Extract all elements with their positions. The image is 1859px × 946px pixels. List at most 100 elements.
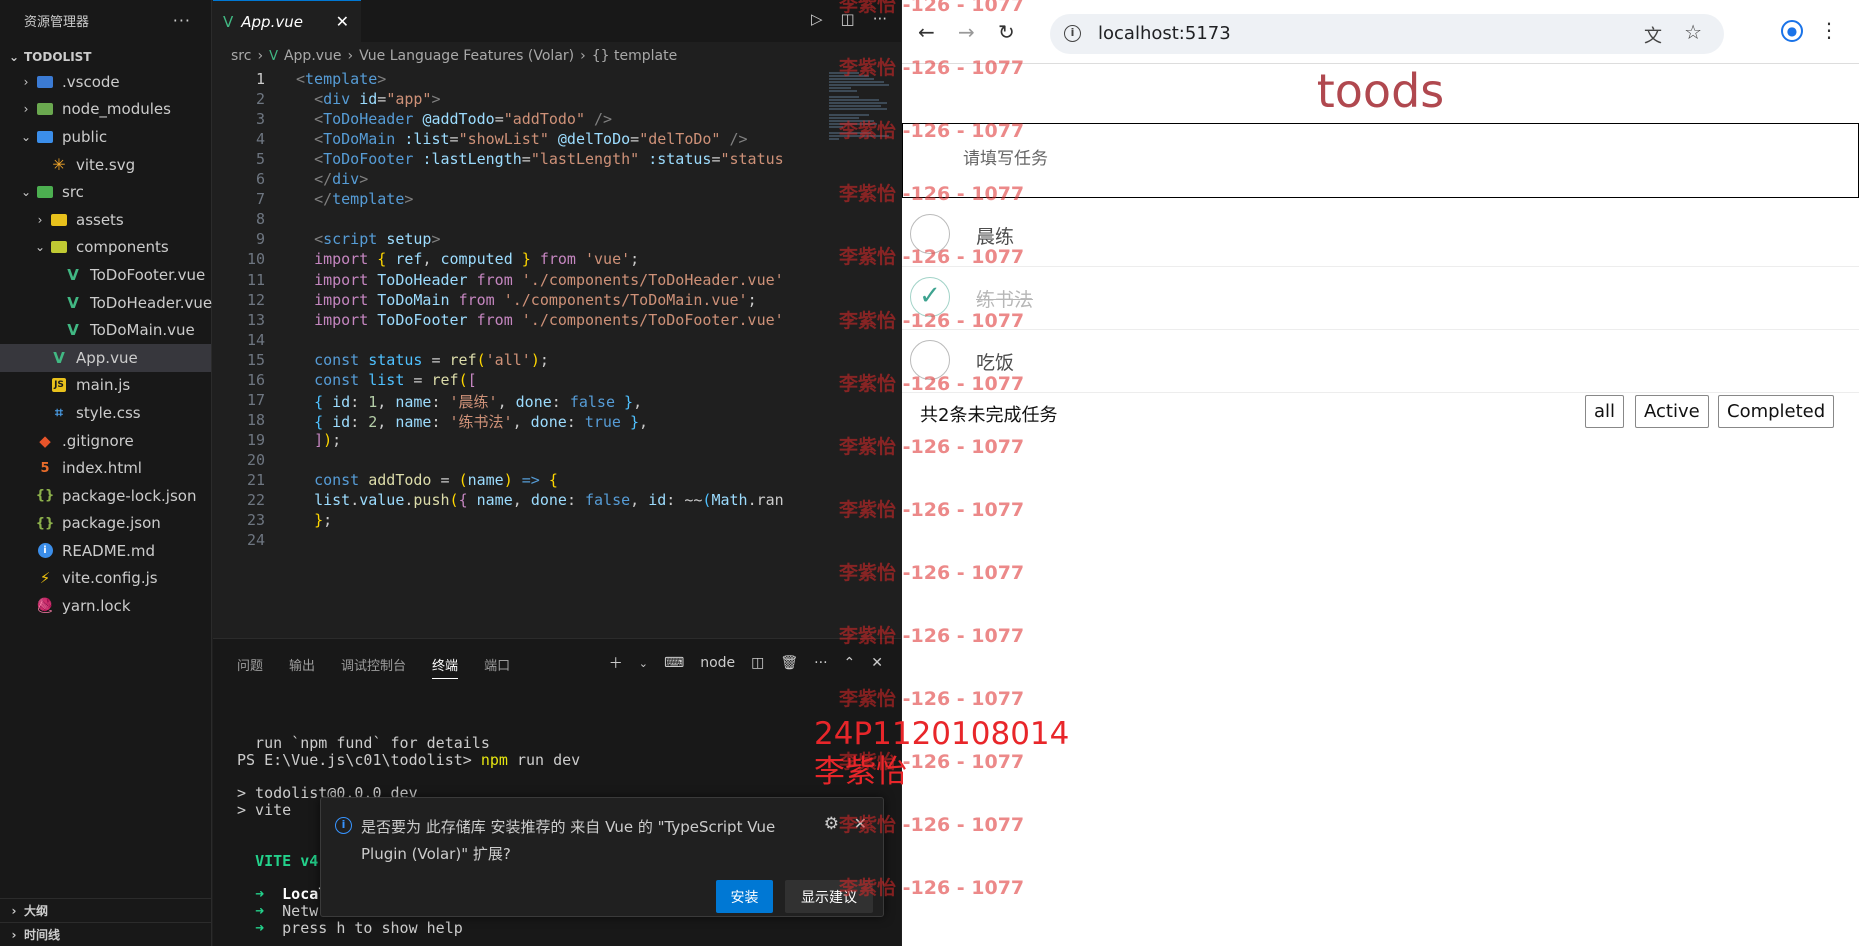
filter-active-button[interactable]: Active bbox=[1635, 395, 1709, 428]
tab-ports[interactable]: 端口 bbox=[484, 655, 510, 674]
close-icon[interactable]: ✕ bbox=[871, 655, 883, 671]
code-line: import ToDoMain from './components/ToDoM… bbox=[314, 290, 757, 309]
reload-icon[interactable]: ↻ bbox=[998, 20, 1015, 44]
tab-problems[interactable]: 问题 bbox=[237, 655, 263, 674]
chevron-down-icon[interactable]: ⌄ bbox=[639, 657, 648, 670]
code-line: import { ref, computed } from 'vue'; bbox=[314, 250, 640, 269]
explorer-header: 资源管理器 ··· bbox=[0, 0, 211, 40]
translate-icon[interactable]: 文 bbox=[1644, 22, 1662, 48]
browser-toolbar: ← → ↻ i localhost:5173 文 ☆ ● ⋮ bbox=[902, 0, 1859, 64]
breadcrumb-item[interactable]: src bbox=[231, 48, 251, 64]
chevron-right-icon: › bbox=[11, 927, 17, 942]
file-tree-item[interactable]: {} package-lock.json bbox=[0, 482, 211, 510]
more-actions-icon[interactable]: ··· bbox=[173, 11, 191, 30]
editor-tabbar: V App.vue ✕ ▷ ◫ ··· bbox=[213, 0, 901, 42]
extension-notification: i 是否要为 此存储库 安装推荐的 来自 Vue 的 "TypeScript V… bbox=[320, 797, 884, 917]
file-tree-item[interactable]: ⌄ public bbox=[0, 123, 211, 151]
explorer-root-folder[interactable]: ⌄ TODOLIST bbox=[0, 46, 211, 68]
vue-icon: V bbox=[67, 265, 79, 284]
chevron-down-icon: ⌄ bbox=[20, 185, 32, 200]
file-tree-item[interactable]: V ToDoHeader.vue bbox=[0, 289, 212, 317]
file-tree-item[interactable]: ⌄ src bbox=[0, 178, 211, 206]
url-text[interactable]: localhost:5173 bbox=[1098, 23, 1231, 44]
terminal-line: ➜ Local bbox=[255, 885, 328, 904]
watermark-text: 李紫怡 -126 - 1077 bbox=[839, 688, 1025, 710]
filter-completed-button[interactable]: Completed bbox=[1718, 395, 1835, 428]
file-tree-item[interactable]: JS main.js bbox=[0, 372, 211, 400]
terminal-name[interactable]: node bbox=[700, 655, 735, 671]
timeline-section[interactable]: › 时间线 bbox=[0, 922, 212, 946]
file-tree-label: .gitignore bbox=[62, 431, 134, 450]
new-todo-input[interactable] bbox=[963, 149, 1463, 169]
terminal-line: > vite bbox=[237, 801, 292, 820]
line-number: 10 bbox=[246, 250, 265, 269]
profile-icon[interactable]: ● bbox=[1781, 20, 1803, 42]
file-tree-item[interactable]: i README.md bbox=[0, 537, 211, 565]
vscode-folder-icon bbox=[36, 74, 54, 90]
install-button[interactable]: 安装 bbox=[716, 880, 773, 913]
file-tree-item[interactable]: › .vscode bbox=[0, 68, 211, 96]
file-tree-item[interactable]: V App.vue bbox=[0, 343, 211, 372]
gear-icon[interactable]: ⚙ bbox=[824, 814, 839, 834]
code-line: <ToDoHeader @addTodo="addTodo" /> bbox=[314, 110, 613, 129]
site-info-icon[interactable]: i bbox=[1064, 25, 1081, 42]
git-icon: ◆ bbox=[39, 431, 51, 450]
breadcrumb-item[interactable]: App.vue bbox=[284, 48, 342, 64]
line-number: 1 bbox=[255, 70, 265, 88]
tab-debug-console[interactable]: 调试控制台 bbox=[341, 655, 406, 674]
file-tree-item[interactable]: › node_modules bbox=[0, 96, 211, 124]
file-tree-item[interactable]: V ToDoMain.vue bbox=[0, 316, 211, 344]
line-number: 13 bbox=[246, 310, 265, 329]
more-actions-icon[interactable]: ··· bbox=[814, 655, 827, 671]
file-tree-item[interactable]: ✳ vite.svg bbox=[0, 151, 211, 179]
file-tree: › .vscode › node_modules ⌄ public ✳ vite.svg ⌄ sr… bbox=[0, 68, 212, 620]
file-tree-label: README.md bbox=[62, 541, 156, 560]
file-tree-item[interactable]: V ToDoFooter.vue bbox=[0, 261, 211, 289]
file-tree-label: App.vue bbox=[76, 348, 138, 367]
breadcrumb-item[interactable]: {} template bbox=[592, 48, 677, 64]
add-terminal-icon[interactable]: ＋ bbox=[609, 653, 623, 673]
close-icon[interactable]: ✕ bbox=[336, 12, 349, 31]
chevron-down-icon: ⌄ bbox=[20, 129, 32, 144]
file-tree-item[interactable]: ◆ .gitignore bbox=[0, 427, 211, 455]
bookmark-star-icon[interactable]: ☆ bbox=[1684, 20, 1702, 44]
outline-section[interactable]: › 大纲 bbox=[0, 898, 212, 922]
code-line: <ToDoFooter :lastLength="lastLength" :st… bbox=[314, 150, 784, 169]
todo-item[interactable]: 吃饭 bbox=[902, 330, 1859, 393]
terminal-icon: ⌨ bbox=[663, 655, 685, 671]
file-tree-item[interactable]: 5 index.html bbox=[0, 454, 211, 482]
trash-icon[interactable]: 🗑 bbox=[780, 655, 798, 671]
watermark-text: 李紫怡 -126 - 1077 bbox=[839, 877, 1025, 899]
todo-item[interactable]: 晨练 bbox=[902, 204, 1859, 267]
file-tree-item[interactable]: › assets bbox=[0, 206, 211, 234]
json-icon: {} bbox=[35, 488, 55, 504]
forward-icon[interactable]: → bbox=[958, 20, 975, 44]
line-number: 9 bbox=[255, 230, 265, 249]
back-icon[interactable]: ← bbox=[918, 20, 935, 44]
todo-item[interactable]: ✓ 练书法 bbox=[902, 267, 1859, 330]
file-tree-item[interactable]: ⌄ components bbox=[0, 234, 211, 262]
filter-all-button[interactable]: all bbox=[1585, 395, 1625, 428]
tab-app-vue[interactable]: V App.vue ✕ bbox=[213, 0, 361, 42]
file-tree-label: style.css bbox=[76, 403, 141, 422]
menu-icon[interactable]: ⋮ bbox=[1819, 18, 1839, 42]
panel-actions: ＋ ⌄ ⌨ node ◫ 🗑 ··· ⌃ ✕ bbox=[609, 653, 883, 673]
breadcrumb-item[interactable]: Vue Language Features (Volar) bbox=[359, 48, 574, 64]
file-tree-label: .vscode bbox=[62, 72, 120, 91]
vue-icon: V bbox=[53, 348, 65, 367]
minimap[interactable] bbox=[823, 70, 901, 638]
tab-terminal[interactable]: 终端 bbox=[432, 650, 459, 679]
code-line: }; bbox=[314, 511, 333, 530]
address-bar[interactable]: i localhost:5173 文 ☆ bbox=[1050, 14, 1724, 54]
run-icon[interactable]: ▷ bbox=[811, 10, 823, 28]
code-area[interactable]: 1 <template> 2 <div id="app"> 3 <ToDoHeader… bbox=[213, 70, 823, 638]
file-tree-item[interactable]: {} package.json bbox=[0, 510, 211, 538]
file-tree-item[interactable]: ⌗ style.css bbox=[0, 399, 211, 427]
split-terminal-icon[interactable]: ◫ bbox=[751, 655, 764, 671]
remaining-count: 共2条未完成任务 bbox=[920, 405, 1058, 426]
maximize-panel-icon[interactable]: ⌃ bbox=[844, 655, 856, 671]
file-tree-item[interactable]: ⚡ vite.config.js bbox=[0, 565, 211, 593]
file-tree-item[interactable]: 🧶 yarn.lock bbox=[0, 592, 211, 620]
root-folder-label: TODOLIST bbox=[24, 50, 92, 64]
tab-output[interactable]: 输出 bbox=[289, 655, 315, 674]
